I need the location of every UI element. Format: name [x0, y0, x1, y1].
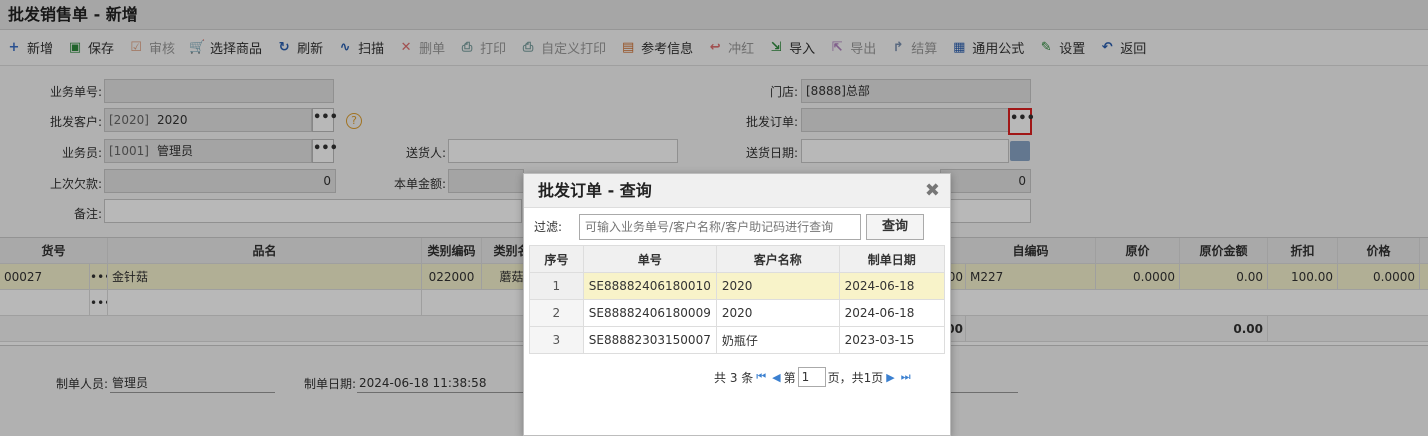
filter-row: 过滤: 查询 — [532, 214, 942, 240]
dialog-title: 批发订单 - 查询 — [538, 181, 652, 200]
row-seq: 2 — [529, 299, 584, 327]
table-row[interactable]: 3 SE88882303150007 奶瓶仔 2023-03-15 — [529, 326, 946, 354]
order-table: 序号 单号 客户名称 制单日期 1 SE88882406180010 2020 … — [529, 245, 946, 354]
row-customer[interactable]: 2020 — [715, 299, 840, 327]
pager-total: 共 3 条 — [714, 370, 754, 385]
table-row[interactable]: 1 SE88882406180010 2020 2024-06-18 — [529, 272, 946, 300]
prev-page-icon[interactable]: ◀ — [772, 371, 780, 384]
row-date[interactable]: 2024-06-18 — [838, 299, 946, 327]
order-table-header: 序号 单号 客户名称 制单日期 — [529, 245, 946, 273]
col-date: 制单日期 — [838, 245, 946, 273]
row-customer[interactable]: 奶瓶仔 — [715, 326, 840, 354]
row-order-no[interactable]: SE88882406180009 — [582, 299, 717, 327]
row-order-no[interactable]: SE88882406180010 — [582, 272, 717, 300]
row-date[interactable]: 2023-03-15 — [838, 326, 946, 354]
col-order-no: 单号 — [582, 245, 717, 273]
row-seq: 1 — [529, 272, 584, 300]
page-number-input[interactable]: 1 — [797, 367, 826, 387]
close-icon[interactable]: ✖ — [925, 174, 940, 208]
pager-page-prefix: 第 — [783, 370, 796, 385]
filter-input[interactable] — [579, 214, 861, 240]
first-page-icon[interactable]: ⏮ — [756, 370, 766, 384]
order-query-dialog: 批发订单 - 查询 ✖ 过滤: 查询 序号 单号 客户名称 制单日期 1 SE8… — [523, 173, 951, 436]
table-row[interactable]: 2 SE88882406180009 2020 2024-06-18 — [529, 299, 946, 327]
last-page-icon[interactable]: ⏭ — [901, 370, 911, 384]
dialog-header: 批发订单 - 查询 ✖ — [524, 174, 950, 208]
row-order-no[interactable]: SE88882303150007 — [582, 326, 717, 354]
pager: 共 3 条 ⏮ ◀ 第 1 页，共1页 ▶ ⏭ — [714, 367, 914, 387]
row-date[interactable]: 2024-06-18 — [838, 272, 946, 300]
col-seq: 序号 — [529, 245, 584, 273]
col-customer: 客户名称 — [715, 245, 840, 273]
pager-page-suffix: 页，共1页 — [827, 370, 884, 385]
row-seq: 3 — [529, 326, 584, 354]
row-customer[interactable]: 2020 — [715, 272, 840, 300]
filter-label: 过滤: — [534, 220, 563, 234]
query-button[interactable]: 查询 — [866, 214, 924, 240]
next-page-icon[interactable]: ▶ — [886, 371, 894, 384]
